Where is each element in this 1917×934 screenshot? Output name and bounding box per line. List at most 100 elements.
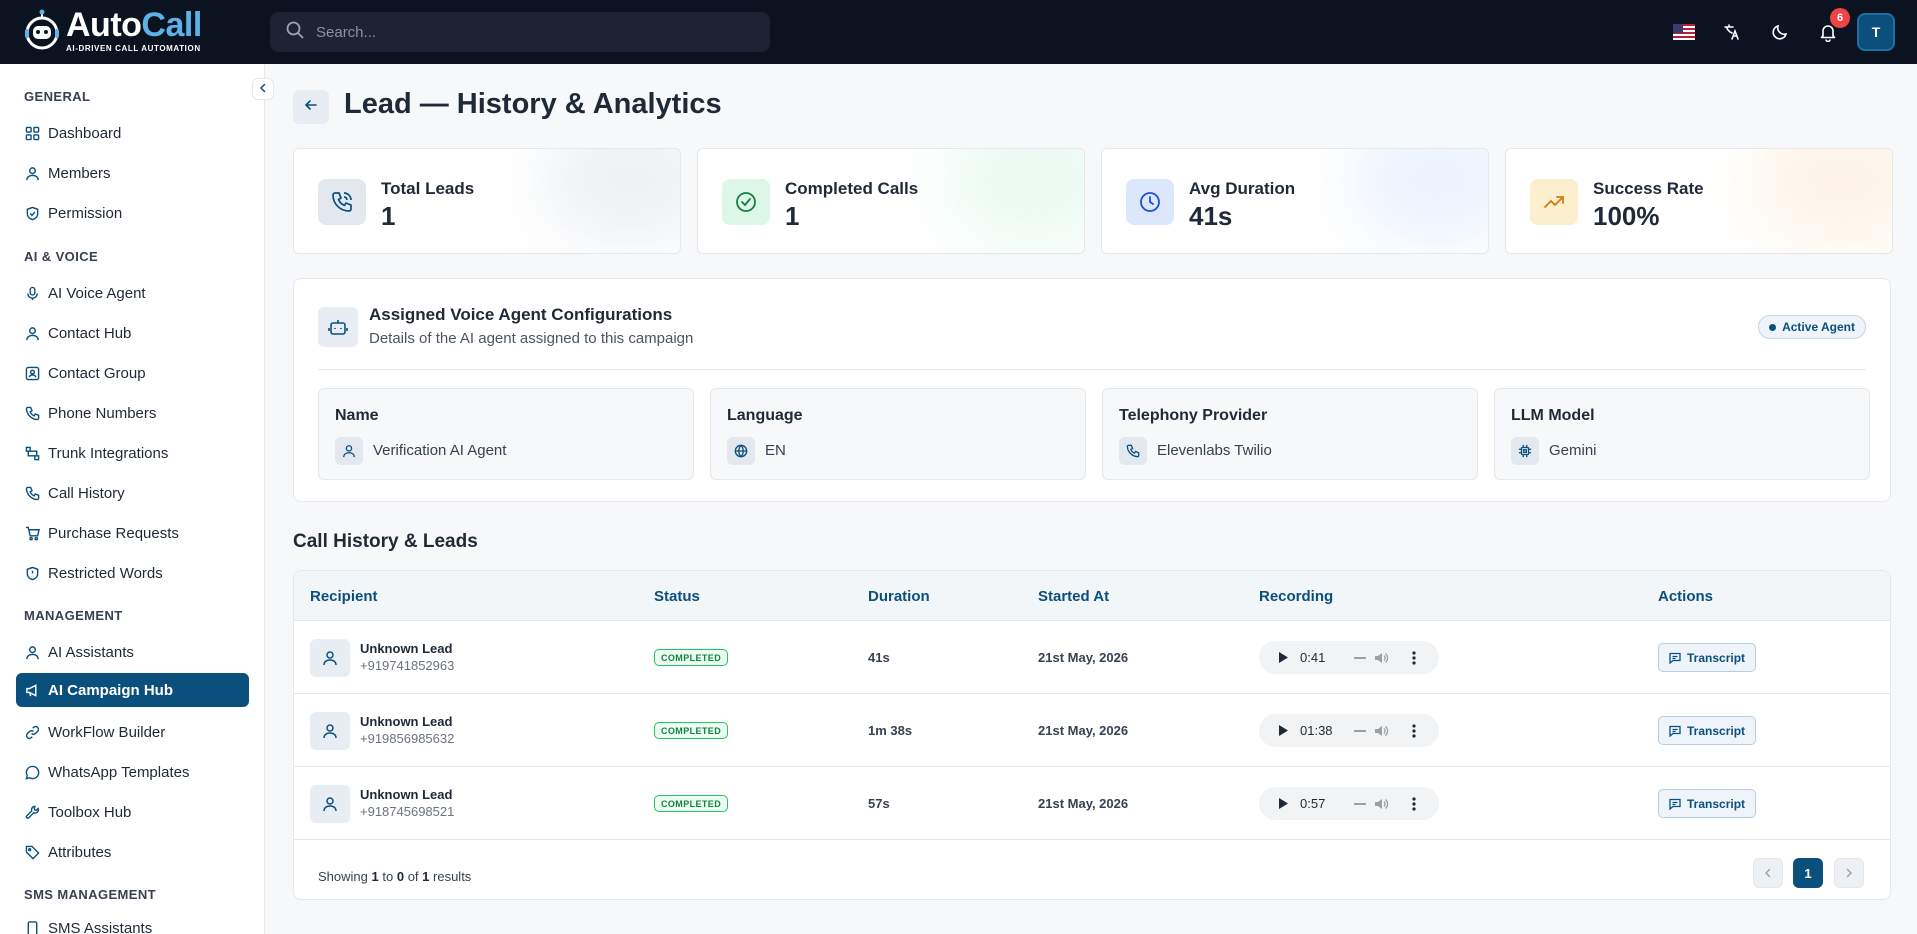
- sidebar-item-label: WhatsApp Templates: [48, 763, 190, 781]
- notification-count-badge: 6: [1830, 8, 1850, 28]
- user-icon: [310, 785, 350, 823]
- microphone-icon: [24, 285, 40, 301]
- translate-icon[interactable]: [1720, 20, 1744, 44]
- sidebar-item-phone-numbers[interactable]: Phone Numbers: [16, 396, 249, 430]
- volume-icon[interactable]: [1373, 796, 1389, 817]
- column-header-started-at[interactable]: Started At: [1038, 588, 1109, 605]
- message-icon: [1669, 725, 1681, 737]
- config-value: Elevenlabs Twilio: [1157, 442, 1272, 459]
- sidebar-item-purchase-requests[interactable]: Purchase Requests: [16, 516, 249, 550]
- stat-card-avg-duration: Avg Duration 41s: [1101, 148, 1489, 254]
- us-flag-icon[interactable]: [1672, 20, 1696, 44]
- sidebar-item-restricted-words[interactable]: Restricted Words: [16, 556, 249, 590]
- table-row: Unknown Lead +918745698521 COMPLETED 57s…: [294, 767, 1890, 840]
- more-vertical-icon[interactable]: [1412, 650, 1416, 671]
- transcript-label: Transcript: [1687, 796, 1746, 811]
- config-llm-model: LLM Model Gemini: [1494, 388, 1870, 480]
- sidebar-item-call-history[interactable]: Call History: [16, 476, 249, 510]
- sidebar-item-workflow-builder[interactable]: WorkFlow Builder: [16, 715, 249, 749]
- sidebar-item-label: SMS Assistants: [48, 919, 153, 934]
- config-label: LLM Model: [1511, 407, 1595, 424]
- pagination-prev-button[interactable]: [1753, 858, 1783, 888]
- megaphone-icon: [24, 682, 40, 698]
- sidebar-item-permission[interactable]: Permission: [16, 196, 249, 230]
- stat-value: 41s: [1189, 201, 1233, 231]
- dark-mode-moon-icon[interactable]: [1768, 20, 1792, 44]
- chevron-left-icon: [1763, 866, 1773, 881]
- volume-icon[interactable]: [1373, 723, 1389, 744]
- stat-card-completed-calls: Completed Calls 1: [697, 148, 1085, 254]
- recipient-name: Unknown Lead: [360, 787, 453, 802]
- sidebar-item-sms-assistants[interactable]: SMS Assistants: [16, 911, 249, 934]
- transcript-label: Transcript: [1687, 650, 1746, 665]
- shopping-cart-icon: [24, 525, 40, 541]
- sidebar-item-label: Restricted Words: [48, 564, 163, 582]
- sidebar-item-label: Dashboard: [48, 124, 122, 142]
- more-vertical-icon[interactable]: [1412, 723, 1416, 744]
- transcript-button[interactable]: Transcript: [1658, 716, 1757, 745]
- recording-time: 01:38: [1300, 723, 1333, 738]
- user-icon: [24, 165, 40, 181]
- section-title-ai-voice: AI & VOICE: [24, 249, 99, 264]
- config-name: Name Verification AI Agent: [318, 388, 694, 480]
- pagination-page-button[interactable]: 1: [1793, 858, 1823, 888]
- column-header-duration[interactable]: Duration: [868, 588, 930, 605]
- sidebar-item-ai-assistants[interactable]: AI Assistants: [16, 635, 249, 669]
- back-button[interactable]: [293, 90, 329, 124]
- user-icon: [24, 325, 40, 341]
- transcript-button[interactable]: Transcript: [1658, 643, 1757, 672]
- clock-icon: [1126, 179, 1174, 225]
- column-header-status[interactable]: Status: [654, 588, 700, 605]
- sidebar-item-ai-voice-agent[interactable]: AI Voice Agent: [16, 276, 249, 310]
- progress-slider[interactable]: [1354, 657, 1366, 659]
- sidebar-item-toolbox-hub[interactable]: Toolbox Hub: [16, 795, 249, 829]
- sidebar-item-attributes[interactable]: Attributes: [16, 835, 249, 869]
- volume-icon[interactable]: [1373, 650, 1389, 671]
- link-icon: [24, 724, 40, 740]
- config-value: Gemini: [1549, 442, 1597, 459]
- stat-card-total-leads: Total Leads 1: [293, 148, 681, 254]
- showing-to-word: to: [382, 869, 394, 884]
- call-started-at: 21st May, 2026: [1038, 723, 1129, 738]
- sidebar-item-whatsapp-templates[interactable]: WhatsApp Templates: [16, 755, 249, 789]
- sidebar-item-contact-hub[interactable]: Contact Hub: [16, 316, 249, 350]
- sidebar-item-members[interactable]: Members: [16, 156, 249, 190]
- column-header-recipient[interactable]: Recipient: [310, 588, 378, 605]
- sidebar-collapse-button[interactable]: [252, 78, 274, 100]
- showing-total: 1: [422, 869, 430, 884]
- sidebar-item-contact-group[interactable]: Contact Group: [16, 356, 249, 390]
- play-icon[interactable]: [1277, 724, 1289, 742]
- recipient-phone: +918745698521: [360, 804, 455, 819]
- sidebar-item-ai-campaign-hub[interactable]: AI Campaign Hub: [16, 673, 249, 707]
- progress-slider[interactable]: [1354, 730, 1366, 732]
- sidebar: GENERAL Dashboard Members Permission AI …: [0, 64, 265, 934]
- pagination-next-button[interactable]: [1834, 858, 1864, 888]
- stat-value: 1: [785, 201, 800, 231]
- config-label: Name: [335, 407, 379, 424]
- search-bar: [270, 12, 770, 52]
- showing-from: 1: [371, 869, 379, 884]
- transcript-button[interactable]: Transcript: [1658, 789, 1757, 818]
- sidebar-item-label: AI Assistants: [48, 643, 134, 661]
- call-duration: 57s: [868, 796, 890, 811]
- play-icon[interactable]: [1277, 797, 1289, 815]
- stat-value: 1: [381, 201, 396, 231]
- bot-icon: [318, 307, 358, 347]
- sidebar-item-label: Contact Group: [48, 364, 146, 382]
- progress-slider[interactable]: [1354, 803, 1366, 805]
- more-vertical-icon[interactable]: [1412, 796, 1416, 817]
- call-history-heading: Call History & Leads: [293, 531, 478, 552]
- mobile-phone-icon: [24, 920, 40, 934]
- sidebar-item-trunk-integrations[interactable]: Trunk Integrations: [16, 436, 249, 470]
- sidebar-item-label: AI Campaign Hub: [48, 681, 174, 699]
- play-icon[interactable]: [1277, 651, 1289, 669]
- agent-card-title: Assigned Voice Agent Configurations: [369, 305, 673, 324]
- logo[interactable]: AutoCall AI-DRIVEN CALL AUTOMATION: [22, 8, 202, 53]
- user-avatar[interactable]: T: [1857, 13, 1895, 51]
- call-history-table: Recipient Status Duration Started At Rec…: [293, 570, 1891, 900]
- sidebar-item-dashboard[interactable]: Dashboard: [16, 116, 249, 150]
- phone-call-icon: [318, 179, 366, 225]
- recording-time: 0:41: [1300, 650, 1326, 665]
- config-label: Telephony Provider: [1119, 407, 1268, 424]
- search-input[interactable]: [316, 23, 736, 41]
